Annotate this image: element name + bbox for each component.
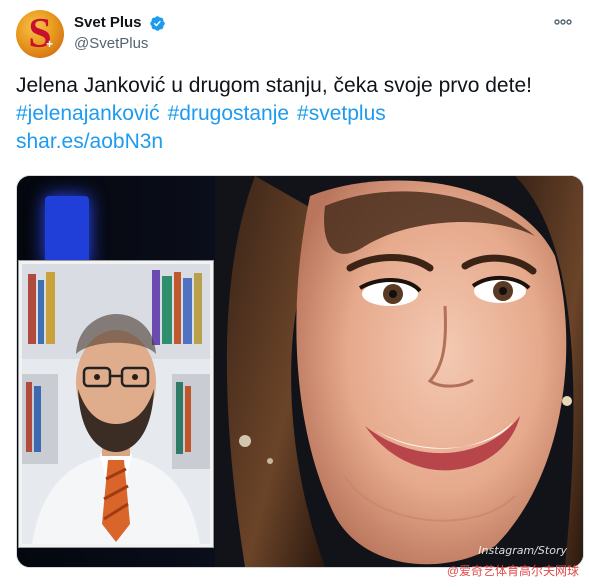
weibo-watermark: @爱奇艺体育高尔夫网球 <box>447 562 579 580</box>
verified-badge-icon <box>149 15 166 32</box>
doctor-illustration <box>22 264 210 544</box>
hashtag-link[interactable]: #drugostanje <box>168 102 289 125</box>
weibo-watermark-text: @爱奇艺体育高尔夫网球 <box>446 564 579 578</box>
short-link[interactable]: shar.es/aobN3n <box>16 130 163 153</box>
hashtag-link[interactable]: #svetplus <box>297 102 386 125</box>
doctor-inset-photo <box>19 261 213 547</box>
author-display-name[interactable]: Svet Plus <box>74 14 142 32</box>
author-avatar[interactable]: S + <box>16 10 64 58</box>
background-light <box>45 196 89 266</box>
plus-logo-mark: + <box>46 37 54 51</box>
author-names: Svet Plus @SvetPlus <box>74 14 166 54</box>
more-dots-icon[interactable] <box>551 12 575 32</box>
tweet-card[interactable]: S + Svet Plus @SvetPlus Jelena Janković … <box>0 0 589 588</box>
short-link-line: shar.es/aobN3n <box>16 128 576 156</box>
hashtag-link[interactable]: #jelenajanković <box>16 102 160 125</box>
tweet-headline: Jelena Janković u drugom stanju, čeka sv… <box>16 74 532 97</box>
tweet-text: Jelena Janković u drugom stanju, čeka sv… <box>16 72 576 156</box>
media-caption: Instagram/Story <box>478 544 567 557</box>
woman-face-photo <box>215 176 583 567</box>
hashtag-line: #jelenajanković #drugostanje #svetplus <box>16 100 576 128</box>
tweet-media-image[interactable]: Instagram/Story <box>16 175 584 568</box>
author-handle[interactable]: @SvetPlus <box>74 34 166 54</box>
